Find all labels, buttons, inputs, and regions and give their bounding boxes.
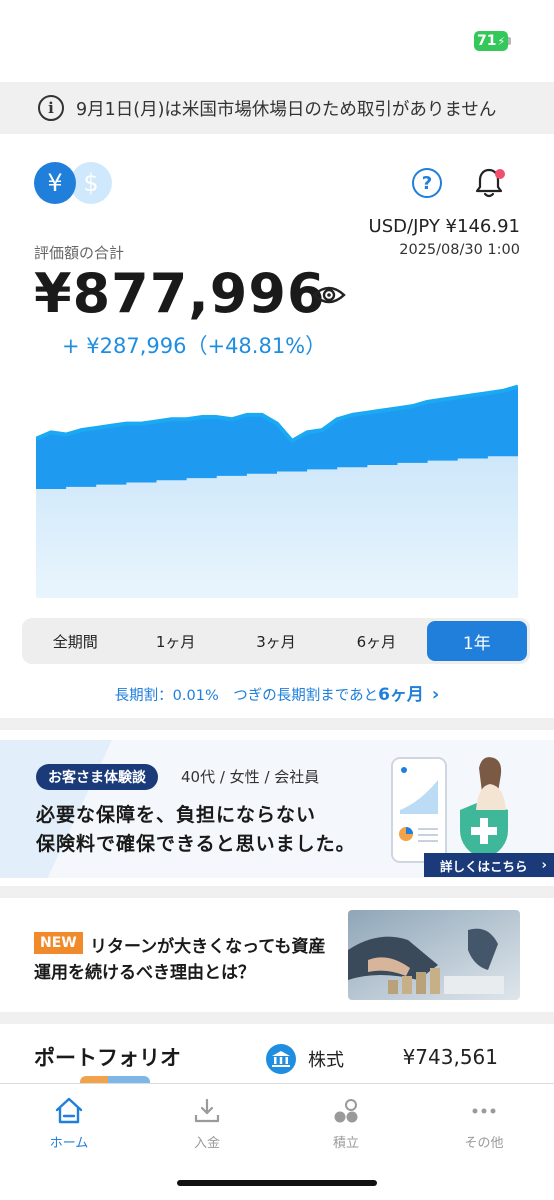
total-value: ¥877,996	[34, 262, 326, 325]
eye-icon[interactable]	[312, 283, 346, 307]
testimonial-meta: 40代 / 女性 / 会社員	[181, 768, 320, 786]
notification-badge	[495, 169, 505, 179]
new-badge: NEW	[34, 932, 83, 954]
gain-value: + ¥287,996（+48.81%）	[62, 334, 327, 358]
charging-icon: ⚡	[497, 34, 506, 48]
yen-icon: ¥	[47, 169, 63, 197]
battery-level: 71	[477, 33, 497, 49]
tab-1-month[interactable]: 1ヶ月	[125, 621, 225, 661]
article-card[interactable]: NEW リターンが大きくなっても資産 運用を続けるべき理由とは？	[0, 900, 554, 1012]
performance-chart	[36, 384, 518, 598]
tab-home[interactable]: ホーム	[0, 1084, 138, 1164]
market-holiday-notice[interactable]: i 9月1日(月)は米国市場休場日のため取引がありません	[0, 82, 554, 134]
chevron-right-icon: ›	[431, 684, 440, 705]
battery-indicator: 71 ⚡	[474, 31, 508, 51]
tab-more[interactable]: その他	[415, 1084, 553, 1164]
info-icon: i	[38, 95, 64, 121]
long-discount-text: 長期割：0.01% つぎの長期割まであと	[114, 688, 379, 704]
help-icon[interactable]: ?	[412, 168, 442, 198]
notice-text: 9月1日(月)は米国市場休場日のため取引がありません	[76, 99, 497, 120]
chevron-right-icon: ›	[541, 857, 547, 873]
home-indicator	[177, 1180, 377, 1186]
section-divider	[0, 718, 554, 730]
period-selector: 全期間 1ヶ月 3ヶ月 6ヶ月 1年	[22, 618, 530, 664]
tab-more-label: その他	[464, 1136, 504, 1151]
long-term-discount-link[interactable]: 長期割：0.01% つぎの長期割まであと6ヶ月 ›	[0, 680, 554, 705]
details-button[interactable]: 詳しくはこちら ›	[424, 853, 554, 877]
tab-savings-label: 積立	[332, 1136, 359, 1151]
tab-1-year[interactable]: 1年	[426, 621, 528, 661]
jpy-currency-toggle[interactable]: ¥	[34, 162, 76, 204]
stock-value: ¥743,561	[402, 1045, 498, 1069]
tab-deposit[interactable]: 入金	[138, 1084, 276, 1164]
status-bar: 71 ⚡	[0, 0, 554, 82]
article-thumbnail	[348, 910, 520, 1000]
usd-currency-toggle[interactable]: $	[70, 162, 112, 204]
article-title-line-1: リターンが大きくなっても資産	[90, 937, 326, 957]
stock-label: 株式	[308, 1050, 344, 1071]
fx-rate: USD/JPY ¥146.91	[368, 216, 520, 237]
savings-icon	[334, 1099, 358, 1123]
testimonial-banner[interactable]: お客さま体験談 40代 / 女性 / 会社員 必要な保障を、負担にならない 保険…	[0, 740, 554, 878]
portfolio-title: ポートフォリオ	[34, 1046, 181, 1070]
deposit-icon	[194, 1098, 220, 1123]
long-discount-months: 6ヶ月	[378, 685, 424, 705]
tab-all-period[interactable]: 全期間	[25, 621, 125, 661]
section-divider	[0, 886, 554, 898]
tab-savings[interactable]: 積立	[277, 1084, 415, 1164]
dollar-icon: $	[83, 169, 99, 197]
stock-icon	[266, 1044, 296, 1074]
tab-home-label: ホーム	[49, 1136, 89, 1151]
tab-3-months[interactable]: 3ヶ月	[226, 621, 326, 661]
details-button-label: 詳しくはこちら	[440, 858, 528, 874]
fx-timestamp: 2025/08/30 1:00	[399, 242, 520, 258]
testimonial-line-2: 保険料で確保できると思いました。	[36, 833, 356, 855]
testimonial-badge: お客さま体験談	[36, 764, 158, 790]
battery-cap	[508, 37, 511, 45]
more-icon	[472, 1108, 496, 1114]
total-label: 評価額の合計	[34, 244, 125, 262]
insurance-illustration	[391, 757, 508, 863]
section-divider	[0, 1012, 554, 1024]
tab-deposit-label: 入金	[193, 1136, 220, 1151]
home-icon	[55, 1097, 83, 1124]
tab-6-months[interactable]: 6ヶ月	[326, 621, 426, 661]
testimonial-line-1: 必要な保障を、負担にならない	[36, 804, 317, 826]
article-title-line-2: 運用を続けるべき理由とは？	[34, 963, 255, 983]
